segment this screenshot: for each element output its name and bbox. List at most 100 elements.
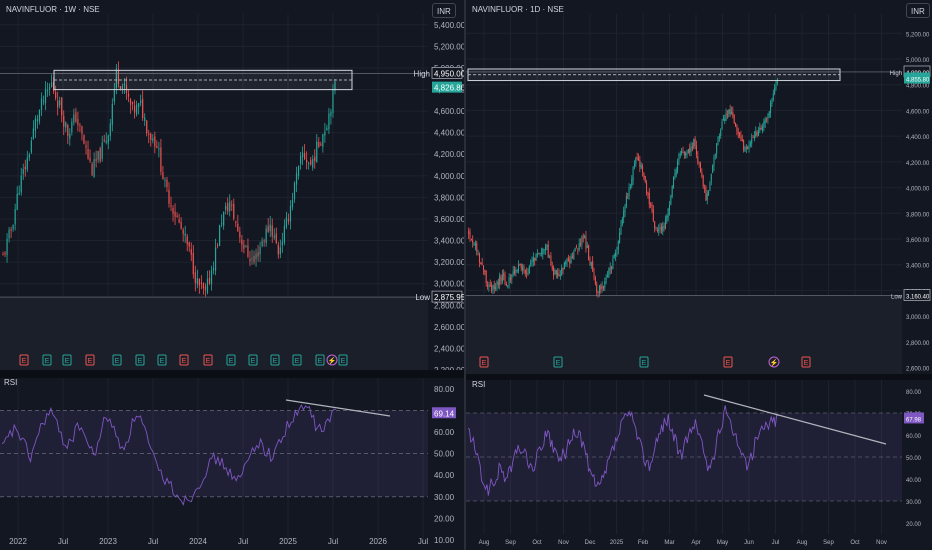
candle-body [752, 137, 754, 139]
candle-body [549, 257, 551, 259]
candle-body [725, 112, 727, 121]
candle-body [301, 152, 304, 158]
candle-body [156, 146, 158, 149]
candle-body [492, 284, 494, 290]
candle-body [724, 118, 726, 122]
candle-body [635, 157, 637, 165]
candle-body [698, 161, 700, 163]
rsi-indicator-label[interactable]: RSI [472, 380, 485, 389]
candle-body [509, 278, 511, 281]
candle-body [87, 149, 89, 159]
candle-body [170, 205, 172, 207]
candle-body [611, 266, 613, 269]
candle-body [113, 88, 115, 102]
candle-body [593, 271, 595, 278]
currency-button[interactable]: INR [906, 3, 930, 18]
candle-body [571, 256, 573, 259]
right-chart-pane[interactable]: 5,200.00 5,000.00 4,800.00 4,600.00 4,400.00… [466, 0, 932, 550]
candle-body [643, 173, 645, 178]
candle-body [701, 172, 703, 176]
weekly-chart-canvas[interactable]: 5,400.005,200.005,000.004,800.004,600.00… [0, 0, 464, 550]
time-axis-label: Nov [876, 540, 887, 546]
rsi-tick-label: 80.00 [434, 385, 455, 394]
left-chart-pane[interactable]: 5,400.005,200.005,000.004,800.004,600.00… [0, 0, 464, 550]
candle-body [275, 233, 277, 243]
candle-body [148, 133, 150, 135]
candle-body [255, 253, 257, 260]
time-axis-label: Oct [850, 540, 860, 546]
candle-body [316, 141, 318, 163]
rsi-tick-label: 10.00 [434, 536, 455, 545]
candle-body [304, 153, 306, 160]
candle-body [654, 221, 656, 229]
candle-body [281, 241, 283, 246]
time-axis-label: 2023 [99, 537, 117, 546]
candle-body [511, 274, 513, 279]
candle-body [663, 225, 665, 228]
candle-body [705, 187, 707, 201]
low-value: 2,875.95 [434, 293, 464, 302]
candle-body [239, 231, 241, 238]
candle-body [97, 151, 99, 160]
event-marker-label: E [160, 358, 165, 365]
candle-body [196, 278, 198, 285]
candle-body [491, 285, 493, 291]
rsi-indicator-label[interactable]: RSI [4, 378, 17, 387]
candle-body [659, 227, 661, 230]
candle-body [267, 226, 269, 233]
daily-chart-canvas[interactable]: 5,200.00 5,000.00 4,800.00 4,600.00 4,400.00… [466, 0, 932, 550]
candle-body [751, 138, 753, 144]
candle-body [507, 285, 509, 287]
event-marker-label: E [206, 358, 211, 365]
candle-body [567, 258, 569, 261]
event-marker-label: E [318, 358, 323, 365]
price-tick-label: 3,600.00 [434, 215, 464, 224]
rsi-tick-label: 60.00 [906, 434, 922, 440]
candle-body [542, 248, 544, 255]
candle-body [679, 154, 681, 156]
candle-body [598, 285, 600, 294]
candle-body [555, 269, 557, 275]
rsi-tick-label: 80.00 [906, 390, 922, 396]
candle-body [214, 247, 217, 271]
candle-body [85, 145, 87, 148]
candle-body [257, 251, 259, 257]
candle-body [721, 121, 723, 129]
candle-body [632, 166, 634, 181]
candle-body [504, 275, 506, 284]
candle-body [565, 261, 567, 265]
candle-body [44, 88, 47, 104]
candle-body [61, 97, 63, 116]
candle-body [136, 104, 138, 115]
candle-body [6, 238, 8, 256]
candle-body [553, 267, 555, 276]
candle-body [42, 100, 45, 102]
candle-body [103, 139, 105, 141]
price-tick-label: 3,400.00 [434, 237, 464, 246]
time-axis-label: 2025 [610, 540, 624, 546]
candle-body [584, 236, 586, 238]
candle-body [330, 111, 332, 116]
candle-body [26, 157, 28, 170]
candle-body [644, 175, 646, 182]
low-label: Low [891, 295, 903, 301]
candle-body [140, 100, 142, 104]
candle-body [474, 243, 476, 246]
candle-body [743, 140, 745, 151]
candle-body [269, 224, 271, 232]
candle-body [615, 252, 617, 256]
candle-body [772, 93, 774, 101]
candle-body [144, 117, 146, 121]
candle-body [670, 195, 672, 205]
candle-body [73, 114, 75, 123]
candle-body [188, 242, 190, 247]
candle-body [717, 137, 719, 144]
candle-body [83, 135, 85, 144]
candle-body [10, 229, 12, 231]
time-axis-label: Feb [638, 540, 649, 546]
currency-button[interactable]: INR [432, 3, 456, 18]
event-marker-label: E [273, 358, 278, 365]
candle-body [71, 121, 73, 132]
candle-body [30, 140, 32, 153]
candle-body [774, 87, 776, 94]
